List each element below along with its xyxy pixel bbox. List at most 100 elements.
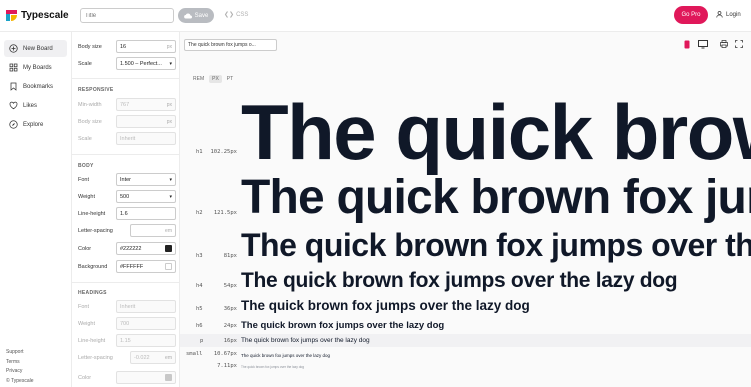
responsive-heading: RESPONSIVE [78,87,114,93]
grid-icon [9,63,18,72]
css-button[interactable]: ❮❯ CSS [224,11,249,19]
top-bar: Typescale Save ❮❯ CSS Go Pro Login [0,0,751,32]
cloud-icon [183,12,192,19]
headings-color-label: Color [78,374,92,381]
body-background-label: Background [78,263,108,270]
body-line-height-row: Line-height 1.6 [78,207,176,220]
sidebar-item-new-board[interactable]: New Board [4,40,67,57]
fullscreen-icon[interactable] [735,40,743,50]
code-icon: ❮❯ [224,12,235,18]
privacy-link[interactable]: Privacy [6,367,34,377]
settings-panel: Body size 16 px Scale 1.500 – Perfect... ▾… [72,32,180,387]
headings-weight-select[interactable]: 700 [116,317,176,330]
title-input[interactable] [80,8,174,23]
min-width-input[interactable]: 767 px [116,98,176,111]
body-color-row: Color #222222 [78,242,176,255]
body-background-input[interactable]: #FFFFFF [116,260,176,273]
unit-px[interactable]: PX [209,75,222,83]
body-line-height-input[interactable]: 1.6 [116,207,176,220]
css-label: CSS [236,11,249,18]
desktop-view-icon[interactable] [698,40,708,51]
sample-text: The quick brown fox jumps over the lazy … [241,320,445,331]
typescale-logo-icon [6,10,17,21]
sidebar-item-likes[interactable]: Likes [4,97,67,114]
headings-letter-spacing-row: Letter-spacing -0.022 em [78,351,176,364]
headings-heading: HEADINGS [78,290,107,296]
sample-text: The quick brown fox jumps over the lazy … [241,269,678,292]
sidebar: New Board My Boards Bookmarks Likes Expl… [0,32,72,387]
sidebar-item-explore[interactable]: Explore [4,116,67,133]
body-font-label: Font [78,176,90,183]
body-size-input[interactable]: 16 px [116,40,176,53]
headings-font-label: Font [78,303,90,310]
copyright: © Typescale [6,377,34,384]
size-label: 102.25px [210,149,238,155]
sidebar-item-bookmarks[interactable]: Bookmarks [4,78,67,95]
save-label: Save [194,12,209,19]
scale-row: Scale 1.500 – Perfect... ▾ [78,57,176,70]
headings-line-height-label: Line-height [78,337,106,344]
sidebar-item-label: Explore [23,121,44,128]
sidebar-item-label: New Board [23,45,53,52]
body-letter-spacing-label: Letter-spacing [78,227,113,234]
heart-icon [9,101,18,110]
sample-text: The quick brown fox jumps over the lazy … [241,365,305,369]
responsive-scale-row: Scale Inherit [78,132,176,145]
scale-label: Scale [78,60,92,67]
sidebar-item-my-boards[interactable]: My Boards [4,59,67,76]
unit-pt[interactable]: PT [224,75,236,83]
color-swatch[interactable] [165,374,172,381]
body-color-input[interactable]: #222222 [116,242,176,255]
size-label: 10.67px [213,351,237,357]
sample-text: The quick brown fox jumps over the lazy … [241,88,751,176]
preview-area: The quick brown fox jumps o... REM PX PT… [180,32,751,387]
sidebar-item-label: Bookmarks [23,83,54,90]
responsive-body-size-input[interactable]: px [116,115,176,128]
color-swatch[interactable] [165,263,172,270]
save-button[interactable]: Save [178,8,214,23]
plus-circle-icon [9,44,18,53]
sample-text: The quick brown fox jumps over the lazy … [241,298,530,313]
chevron-down-icon: ▾ [169,193,172,200]
headings-color-row: Color [78,371,176,384]
bookmark-icon [9,82,18,91]
terms-link[interactable]: Terms [6,358,34,368]
go-pro-button[interactable]: Go Pro [674,6,708,24]
mobile-view-icon[interactable] [684,40,690,51]
responsive-body-size-row: Body size px [78,115,176,128]
unit-switcher: REM PX PT [190,75,236,83]
headings-letter-spacing-label: Letter-spacing [78,354,113,361]
headings-color-input[interactable] [116,371,176,384]
min-width-row: Min-width 767 px [78,98,176,111]
sample-text: The quick brown fox jumps over the lazy … [241,227,751,263]
sample-text: The quick brown fox jumps over the lazy … [241,353,331,358]
sidebar-item-label: Likes [23,102,38,109]
color-swatch[interactable] [165,245,172,252]
body-font-select[interactable]: Inter ▾ [116,173,176,186]
body-font-row: Font Inter ▾ [78,173,176,186]
login-button[interactable]: Login [716,11,741,18]
body-letter-spacing-input[interactable]: em [130,224,176,237]
responsive-scale-select[interactable]: Inherit [116,132,176,145]
headings-font-select[interactable]: Inherit [116,300,176,313]
scale-select[interactable]: 1.500 – Perfect... ▾ [116,57,176,70]
responsive-scale-label: Scale [78,135,92,142]
body-heading: BODY [78,163,94,169]
unit-rem[interactable]: REM [190,75,207,83]
sidebar-item-label: My Boards [23,64,52,71]
chevron-down-icon: ▾ [169,60,172,67]
headings-line-height-input[interactable]: 1.15 [116,334,176,347]
body-weight-select[interactable]: 500 ▾ [116,190,176,203]
headings-weight-label: Weight [78,320,96,327]
print-icon[interactable] [720,40,728,50]
logo[interactable]: Typescale [6,10,69,21]
sidebar-footer: Support Terms Privacy © Typescale [6,348,34,386]
support-link[interactable]: Support [6,348,34,358]
responsive-body-size-label: Body size [78,118,102,125]
body-weight-row: Weight 500 ▾ [78,190,176,203]
headings-letter-spacing-input[interactable]: -0.022 em [130,351,176,364]
preview-text-input[interactable]: The quick brown fox jumps o... [184,39,277,51]
size-label: 24px [223,323,237,329]
body-line-height-label: Line-height [78,210,106,217]
sample-text: The quick brown fox jumps over the lazy … [241,171,751,224]
